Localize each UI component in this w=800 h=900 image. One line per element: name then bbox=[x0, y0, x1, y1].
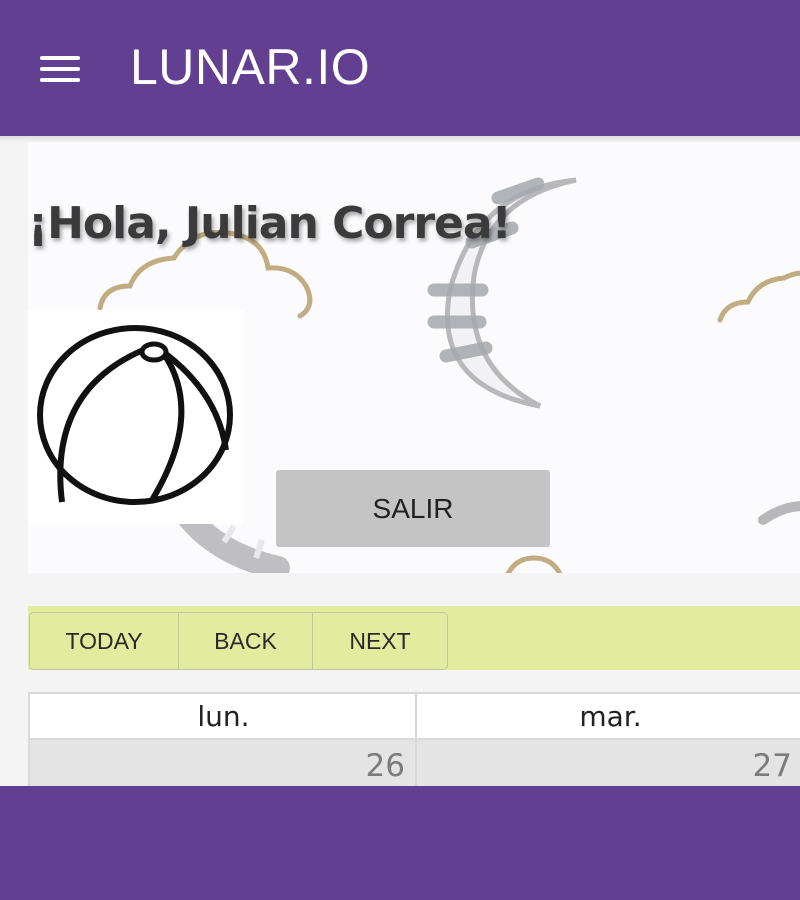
day-header: mar. bbox=[417, 692, 800, 740]
beach-ball-icon bbox=[37, 325, 233, 505]
app-footer bbox=[0, 786, 800, 900]
greeting-heading: ¡Hola, Julian Correa! bbox=[28, 198, 512, 249]
calendar-toolbar: TODAY BACK NEXT bbox=[28, 606, 800, 670]
hamburger-menu-icon[interactable] bbox=[40, 54, 82, 84]
day-column: lun. 26 bbox=[28, 692, 417, 786]
welcome-banner: ¡Hola, Julian Correa! SALIR bbox=[28, 142, 800, 573]
back-button[interactable]: BACK bbox=[179, 613, 313, 669]
next-button[interactable]: NEXT bbox=[313, 613, 447, 669]
today-button[interactable]: TODAY bbox=[30, 613, 179, 669]
calendar-grid: lun. 26 mar. 27 bbox=[28, 692, 800, 786]
calendar-nav-group: TODAY BACK NEXT bbox=[29, 612, 448, 670]
day-header: lun. bbox=[30, 692, 417, 740]
app-title: LUNAR.IO bbox=[130, 39, 371, 95]
day-column: mar. 27 bbox=[415, 692, 800, 786]
day-cell[interactable]: 26 bbox=[30, 740, 417, 786]
logout-button[interactable]: SALIR bbox=[276, 470, 550, 547]
app-header: LUNAR.IO bbox=[0, 0, 800, 136]
day-cell[interactable]: 27 bbox=[417, 740, 800, 786]
user-avatar bbox=[28, 310, 243, 524]
